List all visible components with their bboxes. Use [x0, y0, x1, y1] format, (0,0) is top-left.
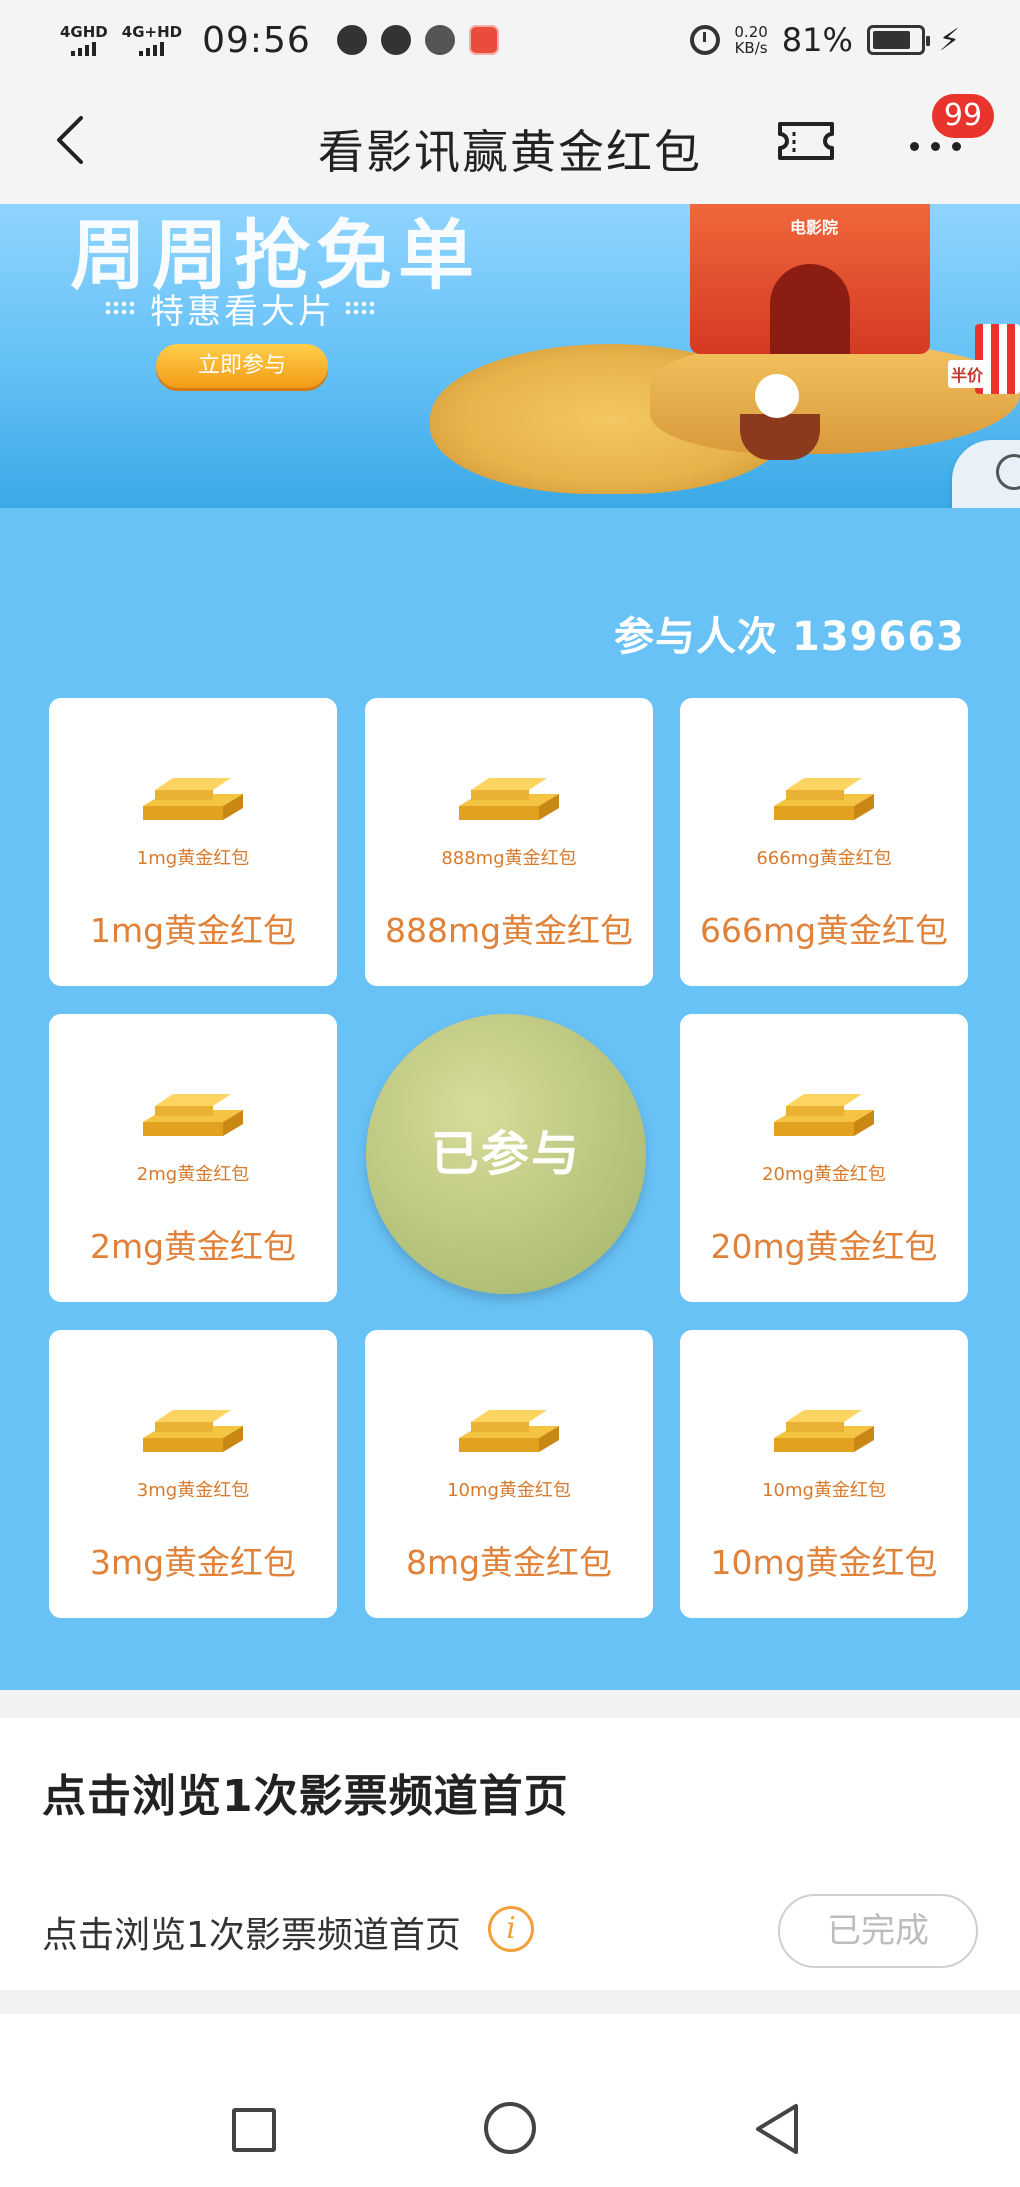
task-status-button[interactable]: 已完成	[778, 1894, 978, 1968]
prize-caption: 3mg黄金红包	[136, 1480, 250, 1501]
network-speed: 0.20 KB/s	[734, 24, 767, 56]
page: 4GHD 4G+HD 09:56 0.20 KB/s 81% ⚡ 看影讯赢黄金红…	[0, 0, 1020, 2187]
prize-name: 888mg黄金红包	[384, 911, 634, 950]
network-label-2: 4G+HD	[121, 22, 183, 41]
more-dots-icon	[910, 142, 961, 151]
draw-button[interactable]: 已参与	[366, 1014, 646, 1294]
prize-caption: 10mg黄金红包	[447, 1480, 571, 1501]
status-bar: 4GHD 4G+HD 09:56 0.20 KB/s 81% ⚡	[0, 0, 1020, 80]
prize-card[interactable]: 3mg黄金红包 3mg黄金红包	[49, 1330, 337, 1618]
prize-name: 1mg黄金红包	[89, 911, 297, 950]
prize-card[interactable]: 666mg黄金红包 666mg黄金红包	[680, 698, 968, 986]
prize-caption: 666mg黄金红包	[756, 848, 892, 869]
battery-fill	[872, 31, 911, 49]
notification-badge: 99	[932, 94, 994, 138]
prize-name: 8mg黄金红包	[405, 1543, 613, 1582]
prize-name: 3mg黄金红包	[89, 1543, 297, 1582]
prize-caption: 888mg黄金红包	[441, 848, 577, 869]
app-notification-icon	[424, 25, 455, 55]
info-icon[interactable]: i	[488, 1906, 534, 1952]
wechat-icon	[336, 25, 367, 55]
participants-label: 参与人次	[614, 614, 778, 660]
speed-value: 0.20	[734, 23, 768, 41]
prize-name: 20mg黄金红包	[710, 1227, 938, 1266]
timer-icon	[996, 454, 1020, 490]
mascot-illustration	[755, 374, 799, 418]
banner-cta-button[interactable]: 立即参与	[156, 344, 328, 388]
battery-percent: 81%	[781, 21, 853, 59]
participants-number: 139663	[792, 614, 965, 660]
cinema-illustration: 电影院	[690, 204, 930, 354]
recent-apps-button[interactable]	[232, 2108, 276, 2152]
prize-name: 666mg黄金红包	[699, 911, 949, 950]
prize-card[interactable]: 1mg黄金红包 1mg黄金红包	[49, 698, 337, 986]
status-right: 0.20 KB/s 81% ⚡	[690, 21, 960, 59]
prize-caption: 10mg黄金红包	[762, 1480, 886, 1501]
battery-icon	[866, 25, 930, 55]
participants-count: 参与人次 139663	[614, 604, 965, 662]
dots-decoration	[104, 300, 134, 316]
prize-caption: 2mg黄金红包	[136, 1164, 250, 1185]
network-indicator-2: 4G+HD	[121, 22, 183, 56]
back-triangle-icon[interactable]	[752, 2102, 802, 2156]
alarm-icon	[690, 25, 721, 55]
signal-bars-icon	[139, 41, 165, 56]
gold-bar-icon	[774, 1410, 874, 1452]
charging-icon: ⚡	[938, 22, 960, 58]
prize-card[interactable]: 20mg黄金红包 20mg黄金红包	[680, 1014, 968, 1302]
signal-bars-icon	[71, 41, 97, 56]
prize-caption: 1mg黄金红包	[136, 848, 250, 869]
prize-card[interactable]: 10mg黄金红包 10mg黄金红包	[680, 1330, 968, 1618]
gold-bar-icon	[143, 1094, 243, 1136]
gold-bar-icon	[143, 1410, 243, 1452]
prize-caption: 20mg黄金红包	[762, 1164, 886, 1185]
ticket-button[interactable]	[776, 120, 846, 172]
gold-bar-icon	[774, 1094, 874, 1136]
promo-banner[interactable]: 周周抢免单 特惠看大片 立即参与 电影院 半价	[0, 204, 1020, 508]
task-title: 点击浏览1次影票频道首页	[42, 1771, 569, 1822]
dots-decoration	[344, 300, 374, 316]
gold-bar-icon	[143, 778, 243, 820]
banner-subtitle: 特惠看大片	[150, 292, 335, 332]
cinema-sign: 电影院	[790, 218, 839, 237]
task-label: 点击浏览1次影票频道首页	[42, 1915, 461, 1956]
message-icon	[380, 25, 411, 55]
ticket-icon	[778, 122, 834, 160]
boat-illustration	[740, 414, 820, 460]
gold-bar-icon	[459, 778, 559, 820]
home-button[interactable]	[484, 2102, 536, 2154]
speed-unit: KB/s	[734, 39, 768, 57]
prize-card[interactable]: 2mg黄金红包 2mg黄金红包	[49, 1014, 337, 1302]
section-divider	[0, 1990, 1020, 2014]
app-icon	[468, 25, 499, 55]
network-label-1: 4GHD	[60, 22, 108, 41]
system-nav-bar	[0, 2030, 1020, 2187]
gold-bar-icon	[459, 1410, 559, 1452]
nav-bar: 看影讯赢黄金红包 99	[0, 80, 1020, 204]
status-left: 4GHD 4G+HD 09:56	[60, 20, 499, 61]
prize-name: 2mg黄金红包	[89, 1227, 297, 1266]
network-indicator-1: 4GHD	[60, 22, 108, 56]
prize-name: 10mg黄金红包	[710, 1543, 938, 1582]
half-price-tag: 半价	[948, 360, 987, 388]
section-divider	[0, 1690, 1020, 1718]
page-title: 看影讯赢黄金红包	[318, 125, 702, 179]
prize-card[interactable]: 888mg黄金红包 888mg黄金红包	[365, 698, 653, 986]
prize-card[interactable]: 10mg黄金红包 8mg黄金红包	[365, 1330, 653, 1618]
gold-bar-icon	[774, 778, 874, 820]
clock: 09:56	[202, 19, 311, 61]
